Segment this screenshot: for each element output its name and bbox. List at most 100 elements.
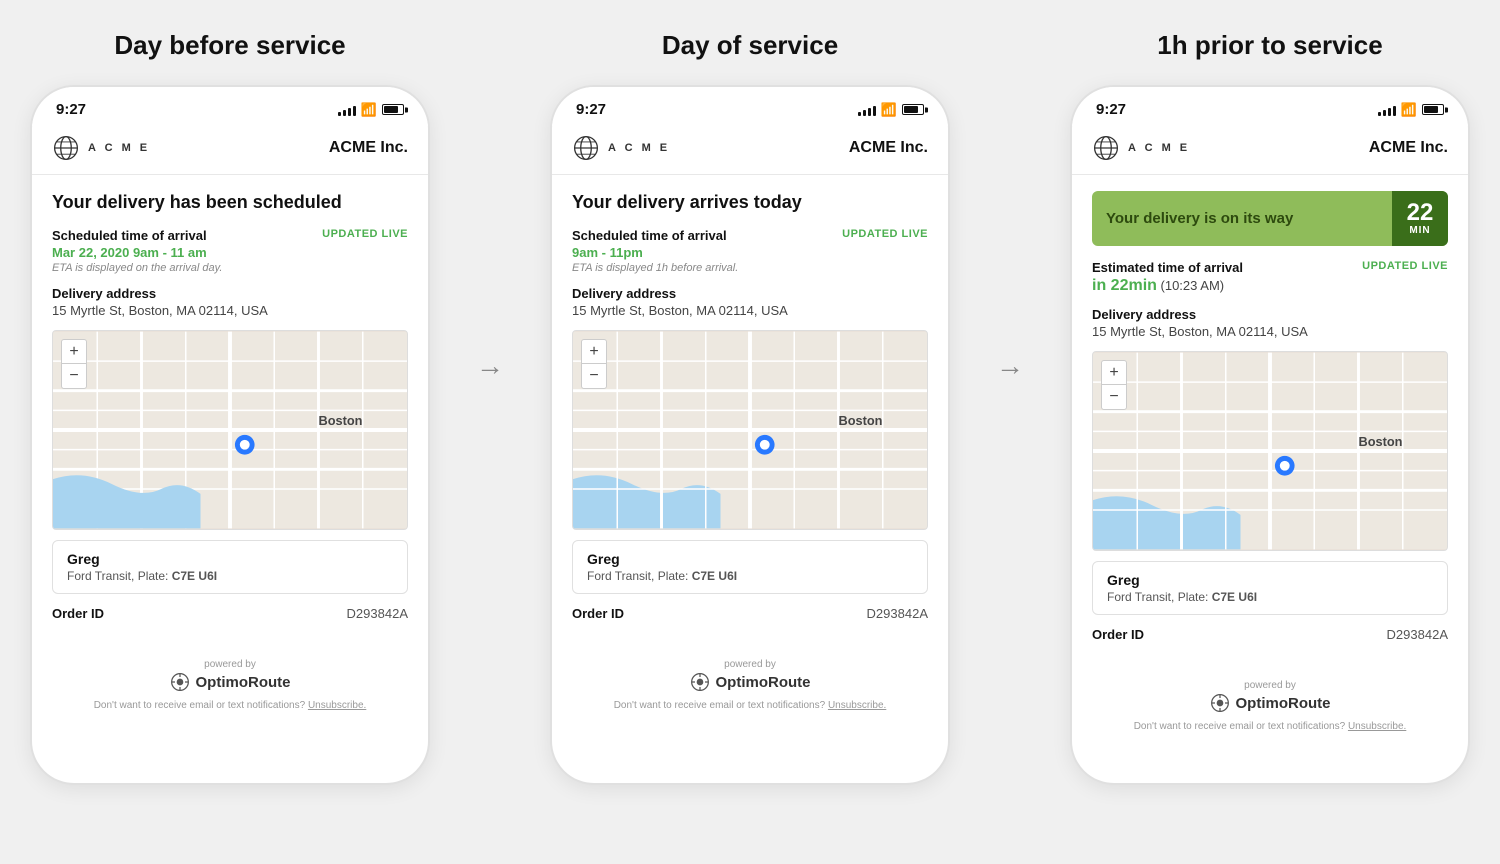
address-section-2: Delivery address 15 Myrtle St, Boston, M… [572,286,928,318]
powered-by-2: powered by [572,659,928,670]
acme-globe-icon-1 [52,134,80,162]
driver-name-1: Greg [67,551,393,567]
map-controls-2[interactable]: + − [581,339,607,389]
scheduled-label-2: Scheduled time of arrival [572,228,727,243]
driver-info-1: Greg Ford Transit, Plate: C7E U6I [52,540,408,594]
banner-text: Your delivery is on its way [1092,198,1307,239]
app-header-2: A C M E ACME Inc. [552,126,948,175]
eta-value-row-3: in 22min (10:23 AM) [1092,277,1448,295]
driver-vehicle-1: Ford Transit, Plate: C7E U6I [67,569,393,583]
map-container-2: Boston + − [572,330,928,530]
unsubscribe-link-3[interactable]: Unsubscribe. [1348,721,1406,732]
order-row-2: Order ID D293842A [572,606,928,621]
acme-logo-1: A C M E [52,134,150,162]
address-value-3: 15 Myrtle St, Boston, MA 02114, USA [1092,324,1448,339]
acme-inc-2: ACME Inc. [849,139,928,157]
optimoroute-icon-1 [170,672,190,692]
app-header-1: A C M E ACME Inc. [32,126,428,175]
address-section-3: Delivery address 15 Myrtle St, Boston, M… [1092,307,1448,339]
order-row-1: Order ID D293842A [52,606,408,621]
battery-icon-2 [902,104,924,115]
status-bar-2: 9:27 📶 [552,87,948,126]
phone-content-1: Your delivery has been scheduled Schedul… [32,175,428,651]
driver-name-2: Greg [587,551,913,567]
eta-row-3: Estimated time of arrival UPDATED LIVE [1092,260,1448,277]
map-zoom-out-2[interactable]: − [582,364,606,388]
optimoroute-logo-3: OptimoRoute [1092,693,1448,713]
updated-live-2: UPDATED LIVE [842,228,928,240]
wifi-icon-1: 📶 [361,102,377,118]
unsubscribe-link-1[interactable]: Unsubscribe. [308,700,366,711]
phones-row: Day before service 9:27 📶 [0,30,1500,785]
acme-inc-3: ACME Inc. [1369,139,1448,157]
order-label-1: Order ID [52,606,104,621]
acme-letters-3: A C M E [1128,142,1190,154]
scheduled-value-2: 9am - 11pm [572,245,928,260]
status-time-3: 9:27 [1096,101,1126,118]
status-time-1: 9:27 [56,101,86,118]
powered-by-1: powered by [52,659,408,670]
status-icons-1: 📶 [338,102,404,118]
order-label-3: Order ID [1092,627,1144,642]
acme-inc-1: ACME Inc. [329,139,408,157]
scheduled-label-1: Scheduled time of arrival [52,228,207,243]
address-section-1: Delivery address 15 Myrtle St, Boston, M… [52,286,408,318]
map-zoom-in-1[interactable]: + [62,340,86,364]
optimoroute-icon-2 [690,672,710,692]
eta-note-1: ETA is displayed on the arrival day. [52,262,408,274]
battery-icon-1 [382,104,404,115]
optimoroute-name-1: OptimoRoute [196,674,291,691]
phone-frame-2: 9:27 📶 [550,85,950,785]
driver-info-3: Greg Ford Transit, Plate: C7E U6I [1092,561,1448,615]
section-title-day-of: Day of service [662,30,838,61]
arrow-1-container: → [460,30,520,382]
map-zoom-in-3[interactable]: + [1102,361,1126,385]
map-controls-3[interactable]: + − [1101,360,1127,410]
optimoroute-logo-1: OptimoRoute [52,672,408,692]
acme-globe-icon-2 [572,134,600,162]
phone-section-day-of: Day of service 9:27 📶 [520,30,980,785]
section-title-1h: 1h prior to service [1157,30,1382,61]
updated-live-3: UPDATED LIVE [1362,260,1448,272]
driver-name-3: Greg [1107,572,1433,588]
address-label-1: Delivery address [52,286,408,301]
map-svg-3: Boston [1093,352,1447,550]
address-label-2: Delivery address [572,286,928,301]
phone-footer-2: powered by OptimoRoute Don' [552,651,948,715]
map-zoom-out-3[interactable]: − [1102,385,1126,409]
optimoroute-name-3: OptimoRoute [1236,695,1331,712]
arrow-2: → [996,350,1024,382]
scheduled-value-1: Mar 22, 2020 9am - 11 am [52,245,408,260]
unsubscribe-row-1: Don't want to receive email or text noti… [52,700,408,711]
status-bar-3: 9:27 📶 [1072,87,1468,126]
acme-letters-1: A C M E [88,142,150,154]
order-value-1: D293842A [347,606,408,621]
eta-label-3: Estimated time of arrival [1092,260,1243,275]
map-container-3: Boston + − [1092,351,1448,551]
acme-logo-3: A C M E [1092,134,1190,162]
phone-frame-1: 9:27 📶 [30,85,430,785]
order-value-3: D293842A [1387,627,1448,642]
section-title-day-before: Day before service [114,30,345,61]
signal-icon-1 [338,104,356,116]
scheduled-section-1: Scheduled time of arrival UPDATED LIVE M… [52,228,408,274]
arrow-2-container: → [980,30,1040,382]
map-controls-1[interactable]: + − [61,339,87,389]
delivery-title-1: Your delivery has been scheduled [52,191,408,214]
updated-live-1: UPDATED LIVE [322,228,408,240]
acme-logo-2: A C M E [572,134,670,162]
map-zoom-out-1[interactable]: − [62,364,86,388]
signal-icon-3 [1378,104,1396,116]
phone-footer-3: powered by OptimoRoute Don' [1072,672,1468,736]
phone-section-1h: 1h prior to service 9:27 📶 [1040,30,1500,785]
unsubscribe-link-2[interactable]: Unsubscribe. [828,700,886,711]
status-icons-3: 📶 [1378,102,1444,118]
driver-vehicle-3: Ford Transit, Plate: C7E U6I [1107,590,1433,604]
acme-letters-2: A C M E [608,142,670,154]
map-svg-2: Boston [573,331,927,529]
svg-text:Boston: Boston [319,413,363,428]
order-row-3: Order ID D293842A [1092,627,1448,642]
map-zoom-in-2[interactable]: + [582,340,606,364]
acme-globe-icon-3 [1092,134,1120,162]
optimoroute-logo-2: OptimoRoute [572,672,928,692]
